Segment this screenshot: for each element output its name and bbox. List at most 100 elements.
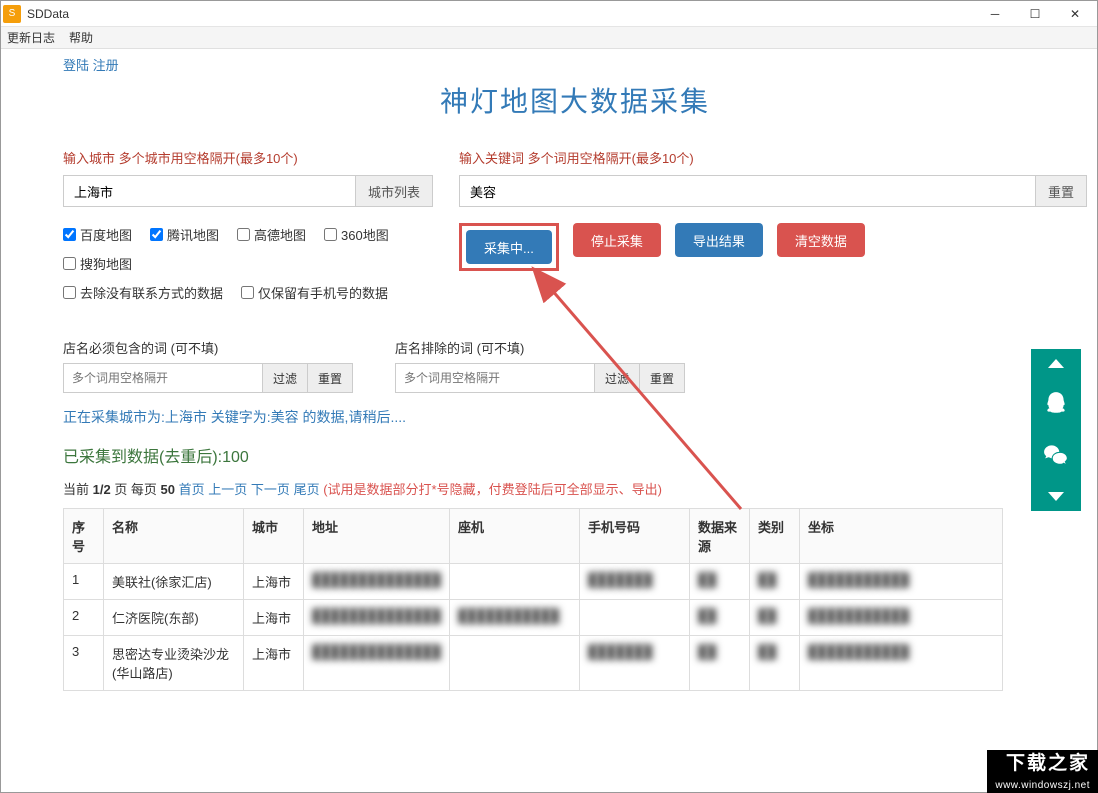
keyword-reset-button[interactable]: 重置 bbox=[1036, 175, 1087, 207]
side-down-icon[interactable] bbox=[1048, 492, 1064, 501]
auth-links: 登陆 注册 bbox=[63, 55, 1087, 74]
collect-button[interactable]: 采集中... bbox=[466, 230, 552, 264]
cell-name: 仁济医院(东部) bbox=[104, 600, 244, 636]
cb-tencent[interactable]: 腾讯地图 bbox=[150, 225, 219, 244]
filter-exclude-input[interactable] bbox=[395, 363, 595, 393]
city-label: 输入城市 多个城市用空格隔开(最多10个) bbox=[63, 148, 433, 167]
cb-sogou[interactable]: 搜狗地图 bbox=[63, 254, 132, 273]
action-buttons: 采集中... 停止采集 导出结果 清空数据 bbox=[459, 223, 1087, 271]
close-button[interactable]: ✕ bbox=[1055, 1, 1095, 27]
cb-360-input[interactable] bbox=[324, 228, 337, 241]
clear-button[interactable]: 清空数据 bbox=[777, 223, 865, 257]
filter-exclude-filter[interactable]: 过滤 bbox=[595, 363, 640, 393]
watermark: 下载之家 www.windowszj.net bbox=[987, 750, 1098, 793]
page-note: (试用是数据部分打*号隐藏，付费登陆后可全部显示、导出) bbox=[323, 482, 662, 497]
cb-keep-mobile[interactable]: 仅保留有手机号的数据 bbox=[241, 283, 388, 302]
city-input[interactable] bbox=[63, 175, 356, 207]
qq-icon[interactable] bbox=[1043, 390, 1069, 419]
cb-keep-mobile-input[interactable] bbox=[241, 286, 254, 299]
th-phone: 座机 bbox=[449, 509, 579, 564]
menu-update-log[interactable]: 更新日志 bbox=[7, 29, 55, 46]
cell-addr: ██████████████ bbox=[304, 564, 450, 600]
pagination: 当前 1/2 页 每页 50 首页 上一页 下一页 尾页 (试用是数据部分打*号… bbox=[63, 479, 1087, 498]
cell-coord: ███████████ bbox=[799, 564, 1002, 600]
cell-cat: ██ bbox=[749, 600, 799, 636]
side-up-icon[interactable] bbox=[1048, 359, 1064, 368]
cell-src: ██ bbox=[689, 600, 749, 636]
page-prev[interactable]: 上一页 bbox=[208, 482, 247, 497]
table-row: 2仁济医院(东部)上海市████████████████████████████… bbox=[64, 600, 1003, 636]
page-last[interactable]: 尾页 bbox=[294, 482, 320, 497]
status-line: 正在采集城市为:上海市 关键字为:美容 的数据,请稍后.... bbox=[63, 407, 1087, 427]
cell-phone bbox=[449, 636, 579, 691]
cell-idx: 2 bbox=[64, 600, 104, 636]
th-idx: 序号 bbox=[64, 509, 104, 564]
th-cat: 类别 bbox=[749, 509, 799, 564]
filter-include-label: 店名必须包含的词 (可不填) bbox=[63, 338, 353, 357]
cb-sogou-input[interactable] bbox=[63, 257, 76, 270]
cell-name: 思密达专业烫染沙龙(华山路店) bbox=[104, 636, 244, 691]
cb-gaode-input[interactable] bbox=[237, 228, 250, 241]
content-area: 登陆 注册 神灯地图大数据采集 输入城市 多个城市用空格隔开(最多10个) 城市… bbox=[1, 49, 1097, 792]
cb-baidu-input[interactable] bbox=[63, 228, 76, 241]
cell-coord: ███████████ bbox=[799, 636, 1002, 691]
content-scroll[interactable]: 登陆 注册 神灯地图大数据采集 输入城市 多个城市用空格隔开(最多10个) 城市… bbox=[1, 49, 1097, 792]
page-home[interactable]: 首页 bbox=[179, 482, 205, 497]
cell-mobile: ███████ bbox=[579, 636, 689, 691]
filter-row: 店名必须包含的词 (可不填) 过滤 重置 店名排除的词 (可不填) 过滤 重置 bbox=[63, 338, 1087, 393]
titlebar: S SDData ─ ☐ ✕ bbox=[1, 1, 1097, 27]
cell-mobile bbox=[579, 600, 689, 636]
table-header-row: 序号 名称 城市 地址 座机 手机号码 数据来源 类别 坐标 bbox=[64, 509, 1003, 564]
cb-tencent-input[interactable] bbox=[150, 228, 163, 241]
window-title: SDData bbox=[27, 7, 69, 21]
keyword-label: 输入关键词 多个词用空格隔开(最多10个) bbox=[459, 148, 1087, 167]
filter-include-reset[interactable]: 重置 bbox=[308, 363, 353, 393]
cell-city: 上海市 bbox=[244, 564, 304, 600]
page-next[interactable]: 下一页 bbox=[251, 482, 290, 497]
cell-cat: ██ bbox=[749, 564, 799, 600]
filter-include-input[interactable] bbox=[63, 363, 263, 393]
side-panel bbox=[1031, 349, 1081, 511]
login-link[interactable]: 登陆 bbox=[63, 58, 89, 73]
wechat-icon[interactable] bbox=[1043, 441, 1069, 470]
cell-src: ██ bbox=[689, 636, 749, 691]
map-checkbox-row: 百度地图 腾讯地图 高德地图 360地图 bbox=[63, 225, 433, 244]
menu-help[interactable]: 帮助 bbox=[69, 29, 93, 46]
cell-coord: ███████████ bbox=[799, 600, 1002, 636]
app-icon: S bbox=[3, 5, 21, 23]
filter-exclude: 店名排除的词 (可不填) 过滤 重置 bbox=[395, 338, 685, 393]
cell-mobile: ███████ bbox=[579, 564, 689, 600]
maximize-button[interactable]: ☐ bbox=[1015, 1, 1055, 27]
th-city: 城市 bbox=[244, 509, 304, 564]
cell-src: ██ bbox=[689, 564, 749, 600]
filter-include-filter[interactable]: 过滤 bbox=[263, 363, 308, 393]
th-mobile: 手机号码 bbox=[579, 509, 689, 564]
window-frame: S SDData ─ ☐ ✕ 更新日志 帮助 登陆 注册 神灯地图大数据采集 输… bbox=[0, 0, 1098, 793]
cell-name: 美联社(徐家汇店) bbox=[104, 564, 244, 600]
export-button[interactable]: 导出结果 bbox=[675, 223, 763, 257]
keyword-input[interactable] bbox=[459, 175, 1036, 207]
th-coord: 坐标 bbox=[799, 509, 1002, 564]
th-src: 数据来源 bbox=[689, 509, 749, 564]
cb-gaode[interactable]: 高德地图 bbox=[237, 225, 306, 244]
keyword-col: 输入关键词 多个词用空格隔开(最多10个) 重置 采集中... 停止采集 导出结… bbox=[459, 148, 1087, 312]
th-name: 名称 bbox=[104, 509, 244, 564]
cell-city: 上海市 bbox=[244, 636, 304, 691]
filter-exclude-label: 店名排除的词 (可不填) bbox=[395, 338, 685, 357]
filter-exclude-reset[interactable]: 重置 bbox=[640, 363, 685, 393]
table-row: 1美联社(徐家汇店)上海市███████████████████████████… bbox=[64, 564, 1003, 600]
cell-phone: ███████████ bbox=[449, 600, 579, 636]
cb-baidu[interactable]: 百度地图 bbox=[63, 225, 132, 244]
cell-phone bbox=[449, 564, 579, 600]
stop-button[interactable]: 停止采集 bbox=[573, 223, 661, 257]
highlight-box: 采集中... bbox=[459, 223, 559, 271]
city-list-button[interactable]: 城市列表 bbox=[356, 175, 433, 207]
cb-remove-no-contact[interactable]: 去除没有联系方式的数据 bbox=[63, 283, 223, 302]
page-current: 1/2 bbox=[93, 482, 111, 497]
register-link[interactable]: 注册 bbox=[93, 58, 119, 73]
data-table: 序号 名称 城市 地址 座机 手机号码 数据来源 类别 坐标 1美联社(徐家汇店… bbox=[63, 508, 1003, 691]
options-row: 去除没有联系方式的数据 仅保留有手机号的数据 bbox=[63, 283, 433, 302]
cb-360[interactable]: 360地图 bbox=[324, 225, 389, 244]
cb-remove-no-contact-input[interactable] bbox=[63, 286, 76, 299]
minimize-button[interactable]: ─ bbox=[975, 1, 1015, 27]
